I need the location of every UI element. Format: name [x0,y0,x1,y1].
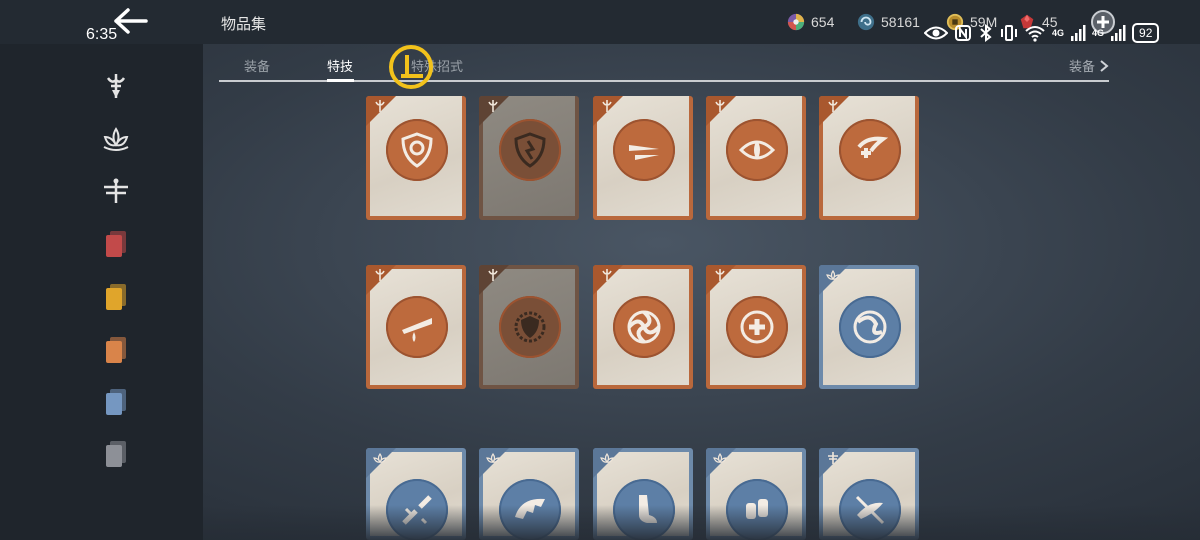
skill-icon-disc [613,296,675,358]
skill-icon-disc [499,119,561,181]
network-label: 4G [1092,28,1105,38]
shield-swirl-icon [401,132,433,168]
eye-icon [738,140,776,160]
network-label: 4G [1052,28,1065,38]
sidebar [0,44,203,540]
card-stack-icon [106,337,126,363]
battery-indicator: 92 [1132,23,1160,43]
touch-marker-icon [389,45,433,89]
sword-emblem-icon [106,74,126,98]
class-emblem-icon [713,452,727,464]
skill-icon-disc [839,119,901,181]
page-title: 物品集 [221,16,267,33]
sidebar-item-sword-class[interactable] [100,70,132,102]
blue-swirl-orb-icon [853,310,887,344]
lotus-emblem-icon [103,127,129,151]
sidebar-item-red-cards[interactable] [100,228,132,260]
signal-bars-icon [1111,25,1126,41]
skill-icon-disc [726,119,788,181]
blue-swirl-icon [857,13,875,31]
vibrate-icon [1001,25,1017,41]
active-tab-indicator [327,79,354,82]
class-emblem-icon [826,269,840,281]
skill-card[interactable] [819,265,919,389]
skill-icon-disc [386,296,448,358]
healing-hand-icon [857,136,889,158]
card-stack-icon [106,441,126,467]
system-status-icons: 4G 4G 92 [924,20,1160,46]
class-emblem-icon [602,100,612,112]
class-emblem-icon [488,100,498,112]
swirl-cross-icon [740,310,774,344]
skill-icon-disc [499,296,561,358]
spiked-shield-icon [514,311,546,343]
class-emblem-icon [715,100,725,112]
signal-bars-icon [1071,25,1086,41]
skill-icon-disc [726,296,788,358]
dragonfly-emblem-icon [104,178,128,203]
card-stack-icon [106,231,126,257]
swirl-orb-icon [627,310,661,344]
skill-icon-disc [386,119,448,181]
sidebar-item-dragonfly-class[interactable] [100,175,132,207]
class-emblem-icon [486,452,500,464]
currency-wheel: 654 [787,13,834,31]
skill-card[interactable] [706,96,806,220]
sidebar-item-orange-cards[interactable] [100,334,132,366]
class-emblem-icon [488,269,498,281]
class-emblem-icon [600,452,614,464]
class-emblem-icon [828,452,838,464]
skill-icon-disc [613,119,675,181]
class-emblem-icon [715,269,725,281]
tab-bar: 装备 特技 特殊招式 装备 [219,52,1109,82]
chevron-right-icon [1100,59,1109,72]
next-tab-button[interactable]: 装备 [1069,56,1109,75]
skill-icon-disc [839,296,901,358]
skill-card[interactable] [366,265,466,389]
sidebar-item-blue-cards[interactable] [100,386,132,418]
skill-card[interactable] [593,96,693,220]
sidebar-item-gray-cards[interactable] [100,438,132,470]
class-emblem-icon [602,269,612,281]
class-emblem-icon [373,452,387,464]
currency-value: 654 [811,14,835,30]
skill-card[interactable] [479,265,579,389]
card-stack-icon [106,284,126,310]
bottom-fade [203,505,1200,540]
class-emblem-icon [375,269,385,281]
currency-value: 58161 [881,14,920,30]
skill-card[interactable] [819,96,919,220]
tab-skills[interactable]: 特技 [327,56,353,75]
skill-card[interactable] [593,265,693,389]
currency-swirl: 58161 [857,13,920,31]
broken-shield-icon [514,132,546,168]
sidebar-item-yellow-cards[interactable] [100,281,132,313]
card-stack-icon [106,389,126,415]
eye-icon [924,26,948,40]
tab-equipment[interactable]: 装备 [244,56,270,75]
status-time: 6:35 [86,26,118,43]
skill-card[interactable] [366,96,466,220]
bluetooth-icon [980,24,992,42]
colorful-wheel-icon [787,13,805,31]
wifi-icon [1025,26,1045,42]
class-emblem-icon [828,100,838,112]
skill-card[interactable] [706,265,806,389]
next-tab-label: 装备 [1068,59,1095,74]
blades-icon [629,145,659,160]
dripping-blade-icon [402,318,432,342]
nfc-icon [955,25,971,41]
skill-card[interactable] [479,96,579,220]
sidebar-item-lotus-class[interactable] [100,123,132,155]
class-emblem-icon [375,100,385,112]
